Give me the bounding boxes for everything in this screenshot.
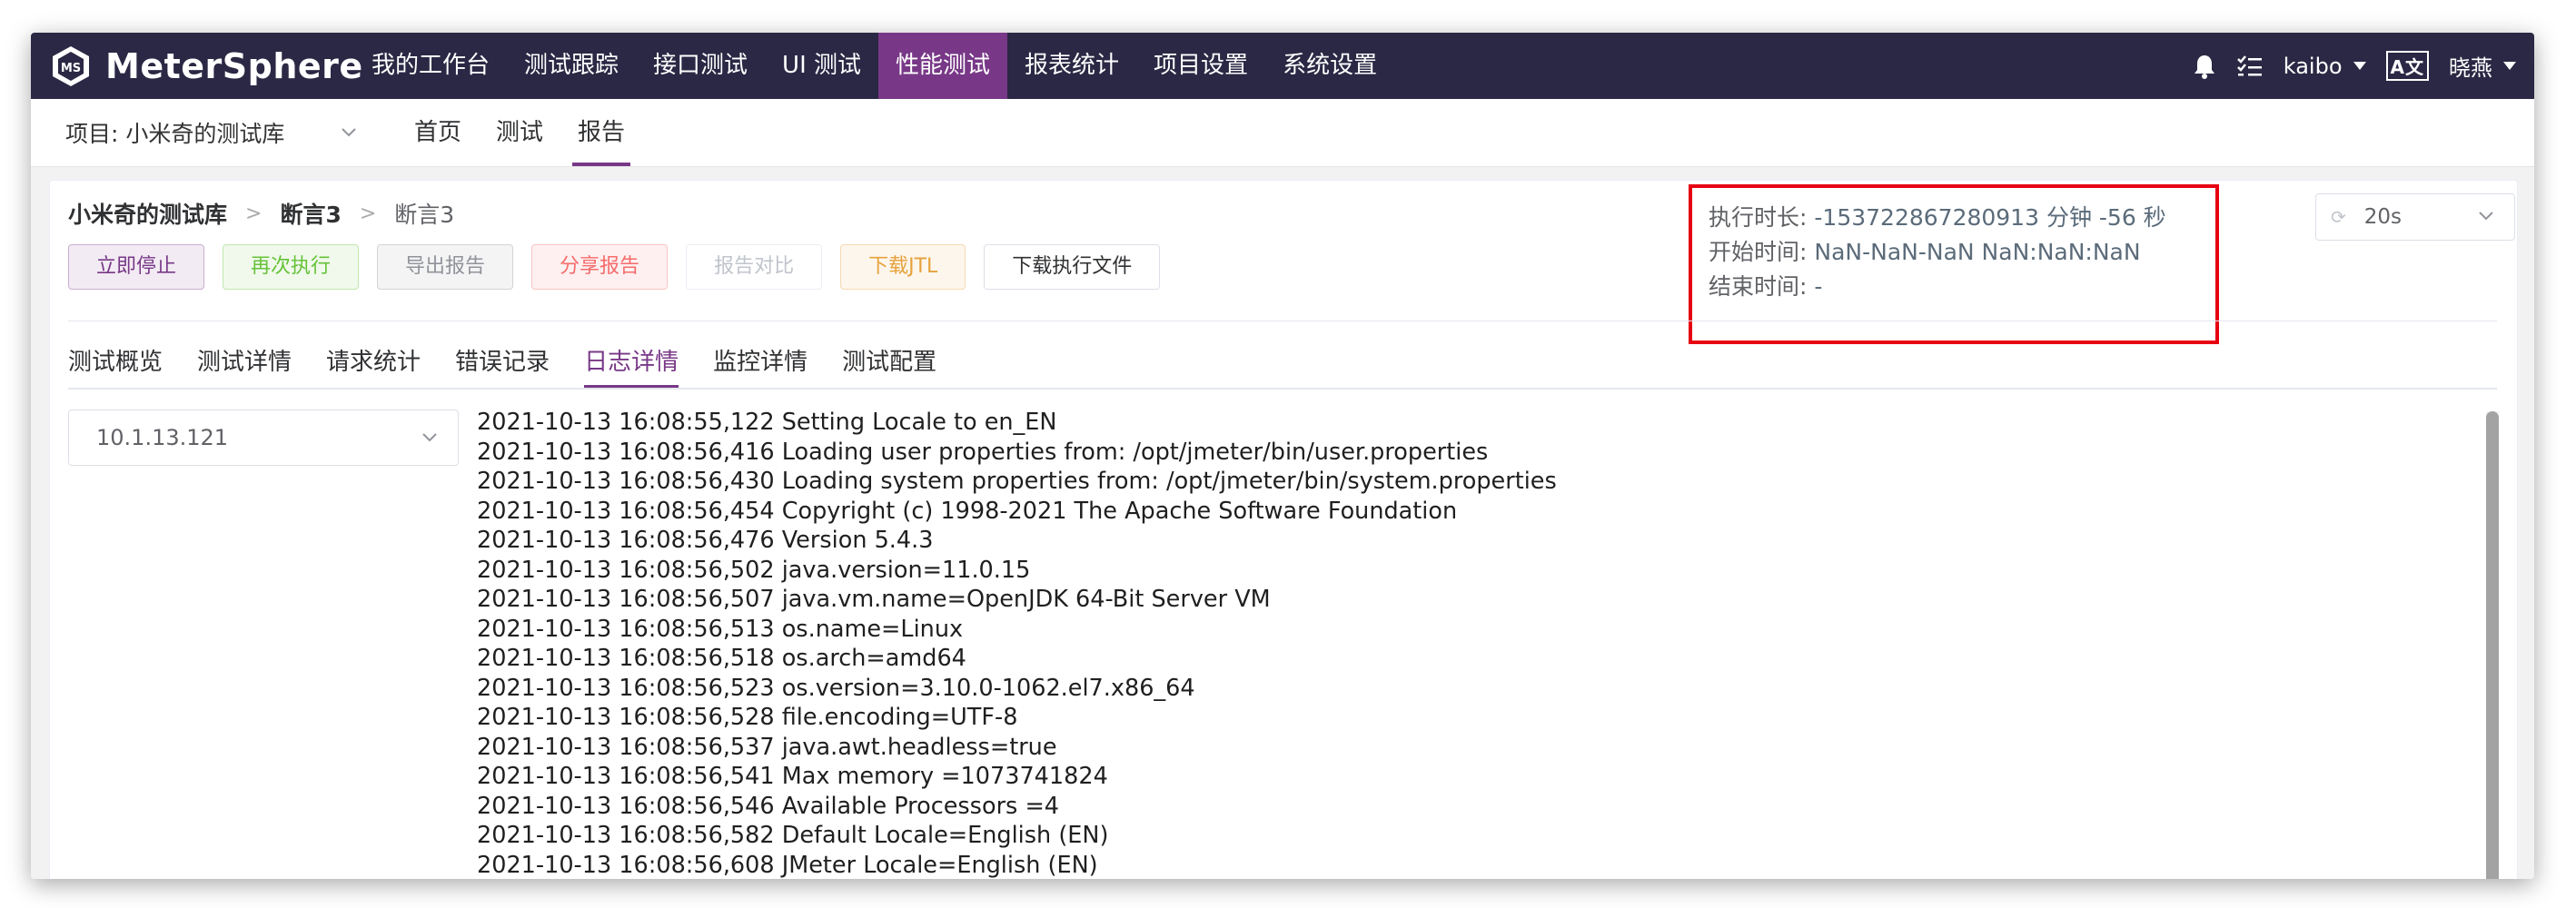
user-name: kaibo (2283, 53, 2343, 79)
logo[interactable]: MS MeterSphere (49, 42, 363, 91)
top-navbar: MS MeterSphere 我的工作台 测试跟踪 接口测试 UI 测试 性能测… (31, 33, 2534, 99)
log-line: 2021-10-13 16:08:56,541 Max memory =1073… (477, 763, 1108, 790)
chevron-down-icon (342, 128, 357, 137)
log-scrollbar[interactable] (2486, 411, 2499, 879)
start-time-row: 开始时间: NaN-NaN-NaN NaN:NaN:NaN (1709, 235, 2215, 270)
scrollbar-thumb[interactable] (2486, 411, 2499, 879)
app-window: MS MeterSphere 我的工作台 测试跟踪 接口测试 UI 测试 性能测… (31, 33, 2534, 879)
nav-test-track[interactable]: 测试跟踪 (507, 33, 636, 99)
nav-project-settings[interactable]: 项目设置 (1136, 33, 1265, 99)
nav-reports[interactable]: 报表统计 (1007, 33, 1136, 99)
report-card: 小米奇的测试库 > 断言3 > 断言3 立即停止 再次执行 导出报告 分享报告 … (49, 180, 2518, 879)
tab-config[interactable]: 测试配置 (842, 337, 936, 388)
tab-details[interactable]: 测试详情 (197, 337, 292, 388)
chevron-down-icon (2503, 62, 2516, 70)
breadcrumb-report: 断言3 (394, 202, 455, 228)
tabs-divider (68, 388, 2497, 390)
export-report-button[interactable]: 导出报告 (377, 244, 514, 290)
nav-performance-test[interactable]: 性能测试 (878, 33, 1008, 99)
bell-icon[interactable] (2193, 54, 2216, 79)
nav-ui-test[interactable]: UI 测试 (765, 33, 878, 99)
chevron-right-icon: > (245, 202, 263, 225)
nav-system-settings[interactable]: 系统设置 (1265, 33, 1394, 99)
logo-text: MeterSphere (105, 46, 363, 86)
breadcrumb-project[interactable]: 小米奇的测试库 (68, 197, 227, 230)
report-tabs: 测试概览 测试详情 请求统计 错误记录 日志详情 监控详情 测试配置 (68, 337, 971, 389)
project-selector[interactable]: 项目: 小米奇的测试库 (65, 99, 357, 166)
chevron-right-icon: > (359, 202, 377, 225)
log-line: 2021-10-13 16:08:56,528 file.encoding=UT… (477, 704, 1018, 731)
sub-tabs: 首页 测试 报告 (414, 99, 659, 166)
log-line: 2021-10-13 16:08:56,430 Loading system p… (477, 468, 1557, 495)
log-viewer: 2021-10-13 16:08:55,122 Setting Locale t… (477, 408, 2475, 879)
log-line: 2021-10-13 16:08:56,507 java.vm.name=Ope… (477, 586, 1271, 613)
task-list-icon[interactable] (2236, 54, 2264, 78)
chevron-down-icon (422, 433, 437, 442)
subtab-test[interactable]: 测试 (496, 99, 543, 166)
download-exec-file-button[interactable]: 下载执行文件 (984, 244, 1161, 290)
project-label: 项目: 小米奇的测试库 (65, 121, 285, 147)
nav-api-test[interactable]: 接口测试 (636, 33, 765, 99)
nav-workbench[interactable]: 我的工作台 (354, 33, 507, 99)
log-line: 2021-10-13 16:08:55,122 Setting Locale t… (477, 409, 1057, 436)
report-actions: 立即停止 再次执行 导出报告 分享报告 报告对比 下载JTL 下载执行文件 (68, 244, 1178, 290)
start-time-label: 开始时间: (1709, 239, 1808, 265)
log-line: 2021-10-13 16:08:56,416 Loading user pro… (477, 438, 1489, 466)
log-line: 2021-10-13 16:08:56,518 os.arch=amd64 (477, 645, 966, 672)
workspace-menu[interactable]: 晓燕 (2449, 50, 2516, 82)
metersphere-logo-icon: MS (53, 46, 89, 86)
log-line: 2021-10-13 16:08:56,608 JMeter Locale=En… (477, 851, 1098, 879)
log-line: 2021-10-13 16:08:56,454 Copyright (c) 19… (477, 497, 1458, 525)
subtab-report[interactable]: 报告 (572, 99, 631, 166)
compare-report-button[interactable]: 报告对比 (686, 244, 823, 290)
end-time-value: - (1814, 273, 1823, 300)
refresh-interval-value: 20s (2363, 205, 2403, 229)
refresh-icon: ⟳ (2331, 206, 2346, 228)
refresh-interval-select[interactable]: ⟳ 20s (2315, 193, 2515, 241)
breadcrumb-test[interactable]: 断言3 (280, 197, 341, 230)
subtab-home[interactable]: 首页 (414, 99, 461, 166)
rerun-button[interactable]: 再次执行 (223, 244, 360, 290)
duration-row: 执行时长: -153722867280913 分钟 -56 秒 (1709, 201, 2215, 235)
log-line: 2021-10-13 16:08:56,523 os.version=3.10.… (477, 674, 1195, 702)
sub-navbar: 项目: 小米奇的测试库 首页 测试 报告 (31, 99, 2534, 167)
duration-value: -153722867280913 分钟 -56 秒 (1814, 204, 2166, 231)
end-time-label: 结束时间: (1709, 273, 1808, 300)
tab-request-stats[interactable]: 请求统计 (326, 337, 421, 388)
duration-label: 执行时长: (1709, 204, 1808, 231)
log-line: 2021-10-13 16:08:56,502 java.version=11.… (477, 556, 1031, 584)
start-time-value: NaN-NaN-NaN NaN:NaN:NaN (1814, 239, 2141, 265)
download-jtl-button[interactable]: 下载JTL (840, 244, 966, 290)
user-menu[interactable]: kaibo (2284, 54, 2366, 79)
tab-overview[interactable]: 测试概览 (68, 337, 163, 388)
share-report-button[interactable]: 分享报告 (531, 244, 669, 290)
stop-now-button[interactable]: 立即停止 (68, 244, 205, 290)
log-line: 2021-10-13 16:08:56,546 Available Proces… (477, 792, 1060, 820)
log-line: 2021-10-13 16:08:56,476 Version 5.4.3 (477, 527, 934, 554)
language-switch-icon[interactable]: A文 (2385, 51, 2429, 81)
log-line: 2021-10-13 16:08:56,582 Default Locale=E… (477, 822, 1109, 849)
log-line: 2021-10-13 16:08:56,513 os.name=Linux (477, 615, 964, 643)
main-nav: 我的工作台 测试跟踪 接口测试 UI 测试 性能测试 报表统计 项目设置 系统设… (354, 33, 1394, 99)
chevron-down-icon (2353, 62, 2366, 70)
tab-logs[interactable]: 日志详情 (584, 337, 679, 389)
log-line: 2021-10-13 16:08:56,537 java.awt.headles… (477, 733, 1057, 761)
end-time-row: 结束时间: - (1709, 270, 2215, 304)
tab-errors[interactable]: 错误记录 (455, 337, 550, 388)
host-selected-value: 10.1.13.121 (96, 425, 229, 450)
breadcrumb: 小米奇的测试库 > 断言3 > 断言3 (68, 197, 454, 230)
tab-monitoring[interactable]: 监控详情 (713, 337, 807, 388)
main-content: 小米奇的测试库 > 断言3 > 断言3 立即停止 再次执行 导出报告 分享报告 … (31, 167, 2534, 879)
workspace-name: 晓燕 (2449, 55, 2492, 81)
chevron-down-icon (2479, 212, 2493, 221)
host-select[interactable]: 10.1.13.121 (68, 410, 459, 466)
top-right-tools: kaibo A文 晓燕 (2173, 33, 2516, 99)
svg-text:MS: MS (61, 62, 81, 75)
